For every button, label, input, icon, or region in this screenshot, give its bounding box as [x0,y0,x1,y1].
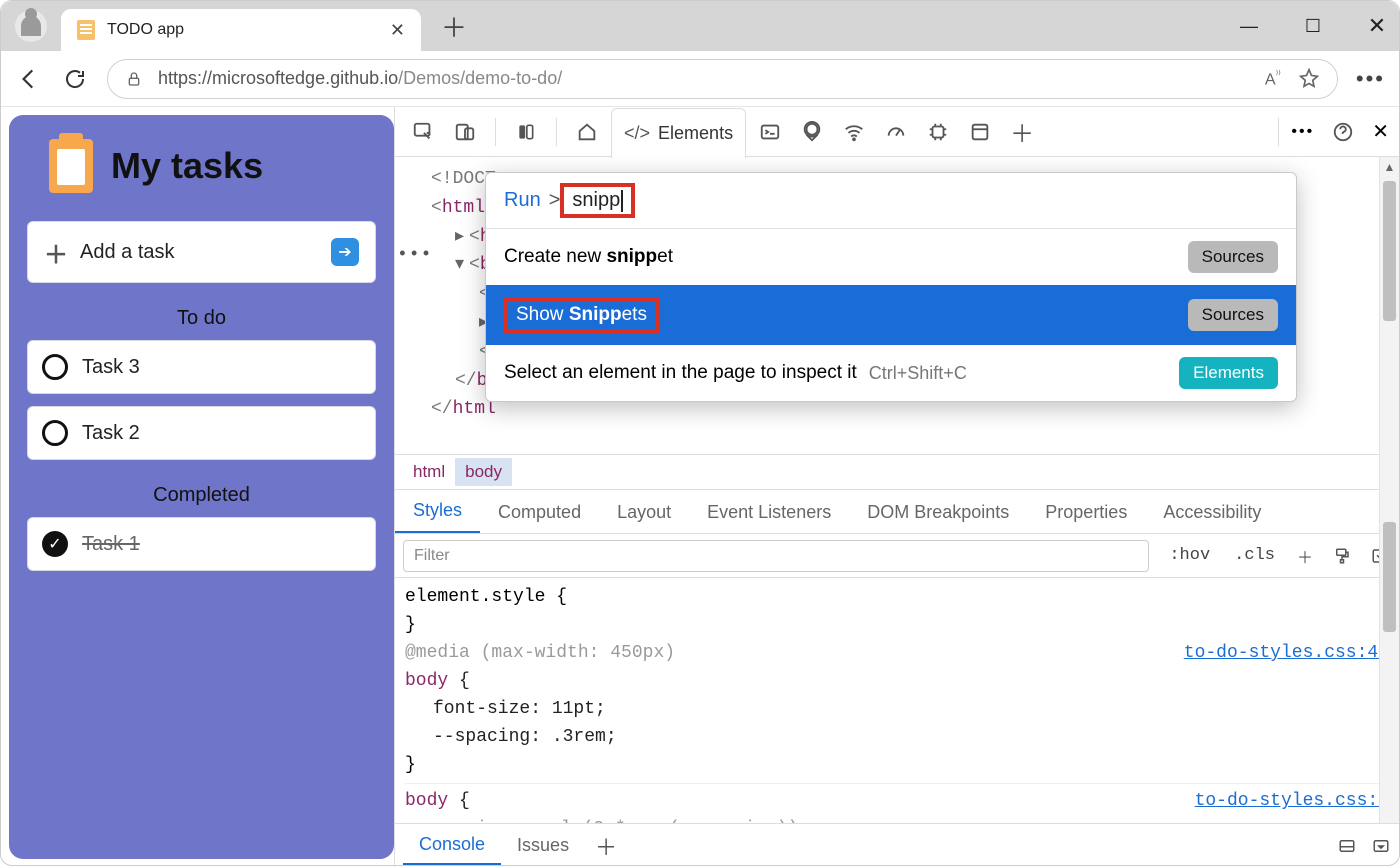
css-source-link[interactable]: to-do-styles.css:40 [1184,640,1389,668]
styles-toolbar: Filter :hov .cls ＋ [395,534,1399,578]
welcome-icon[interactable] [569,114,605,150]
breadcrumb-item[interactable]: html [403,458,455,486]
command-menu: Run > snipp Create new snippet Sources S… [485,172,1297,402]
styles-tabs: Styles Computed Layout Event Listeners D… [395,490,1399,534]
profile-avatar[interactable] [15,10,47,42]
todo-app-panel: My tasks ＋ Add a task ➔ To do Task 3 Tas… [9,115,394,859]
selected-line-indicator: ••• [397,241,432,270]
breadcrumb-item[interactable]: body [455,458,512,486]
styles-tab[interactable]: Styles [395,490,480,533]
console-drawer-tab[interactable]: Console [403,826,501,865]
command-option-selected[interactable]: Show Snippets Sources [486,285,1296,345]
device-toolbar-icon[interactable] [447,114,483,150]
lock-icon [126,70,144,88]
add-drawer-tab-icon[interactable]: ＋ [585,830,627,862]
window-controls: ― ☐ ✕ [1237,1,1389,51]
url-text: https://microsoftedge.github.io/Demos/de… [158,68,562,89]
task-label: Task 1 [82,533,140,556]
panel-icon[interactable] [508,114,544,150]
event-listeners-tab[interactable]: Event Listeners [689,492,849,533]
plus-icon: ＋ [44,235,68,270]
cls-toggle[interactable]: .cls [1222,546,1287,565]
sources-tab-icon[interactable] [794,114,830,150]
drawer-icon[interactable] [1337,837,1357,855]
accessibility-tab[interactable]: Accessibility [1145,492,1279,533]
page-favicon-icon [77,20,95,40]
address-bar[interactable]: https://microsoftedge.github.io/Demos/de… [107,59,1338,99]
command-input[interactable]: snipp [560,183,635,218]
task-item-completed[interactable]: ✓ Task 1 [27,517,376,571]
maximize-button[interactable]: ☐ [1301,16,1325,37]
browser-tab[interactable]: TODO app ✕ [61,9,421,51]
dom-breadcrumb[interactable]: html body [395,454,1399,490]
more-tabs-button[interactable]: ＋ [1004,114,1040,150]
read-aloud-icon[interactable]: A⁾⁾ [1265,68,1281,89]
computed-tab[interactable]: Computed [480,492,599,533]
add-task-placeholder: Add a task [80,241,175,264]
dom-breakpoints-tab[interactable]: DOM Breakpoints [849,492,1027,533]
help-icon[interactable] [1332,121,1354,143]
refresh-button[interactable] [61,65,89,93]
add-task-input[interactable]: ＋ Add a task ➔ [27,221,376,283]
run-label: Run [504,189,541,212]
task-item[interactable]: Task 2 [27,406,376,460]
devtools-menu-icon[interactable]: ••• [1291,123,1314,141]
layout-tab[interactable]: Layout [599,492,689,533]
task-checked-icon[interactable]: ✓ [42,531,68,557]
command-badge: Sources [1188,241,1278,273]
issues-drawer-tab[interactable]: Issues [501,827,585,864]
memory-tab-icon[interactable] [920,114,956,150]
devtools-toolbar: </> Elements ＋ ••• ✕ [395,107,1399,157]
todo-section-label: To do [27,307,376,330]
elements-tab[interactable]: </> Elements [611,108,746,158]
task-label: Task 3 [82,356,140,379]
task-label: Task 2 [82,422,140,445]
task-item[interactable]: Task 3 [27,340,376,394]
network-tab-icon[interactable] [836,114,872,150]
new-style-rule-icon[interactable]: ＋ [1287,544,1323,568]
paint-icon[interactable] [1323,547,1361,565]
css-source-link[interactable]: to-do-styles.css:1 [1195,788,1389,816]
clipboard-icon [49,139,93,193]
submit-task-button[interactable]: ➔ [331,238,359,266]
app-title: My tasks [111,145,263,187]
devtools-drawer: Console Issues ＋ [395,823,1399,867]
tab-title: TODO app [107,21,184,39]
performance-tab-icon[interactable] [878,114,914,150]
command-badge: Elements [1179,357,1278,389]
command-badge: Sources [1188,299,1278,331]
task-checkbox-icon[interactable] [42,354,68,380]
new-tab-button[interactable]: ＋ [441,8,467,45]
inspect-element-icon[interactable] [405,114,441,150]
elements-tab-label: Elements [658,123,733,144]
window-titlebar: TODO app ✕ ＋ ― ☐ ✕ [1,1,1399,51]
code-icon: </> [624,123,650,144]
application-tab-icon[interactable] [962,114,998,150]
task-checkbox-icon[interactable] [42,420,68,446]
command-option[interactable]: Select an element in the page to inspect… [486,345,1296,401]
expand-drawer-icon[interactable] [1371,837,1391,855]
close-tab-icon[interactable]: ✕ [390,20,405,41]
styles-filter-input[interactable]: Filter [403,540,1149,572]
favorite-icon[interactable] [1299,68,1319,89]
scrollbar[interactable]: ▲ [1379,157,1399,823]
minimize-button[interactable]: ― [1237,16,1261,37]
command-shortcut: Ctrl+Shift+C [869,363,967,384]
close-devtools-icon[interactable]: ✕ [1372,119,1389,144]
command-option[interactable]: Create new snippet Sources [486,229,1296,285]
css-rules-pane[interactable]: element.style { } @media (max-width: 450… [395,578,1399,823]
hov-toggle[interactable]: :hov [1157,546,1222,565]
console-tab-icon[interactable] [752,114,788,150]
back-button[interactable] [15,65,43,93]
browser-menu-button[interactable]: ••• [1356,66,1385,92]
command-input-row[interactable]: Run > snipp [486,173,1296,229]
close-window-button[interactable]: ✕ [1365,13,1389,39]
browser-toolbar: https://microsoftedge.github.io/Demos/de… [1,51,1399,107]
completed-section-label: Completed [27,484,376,507]
properties-tab[interactable]: Properties [1027,492,1145,533]
